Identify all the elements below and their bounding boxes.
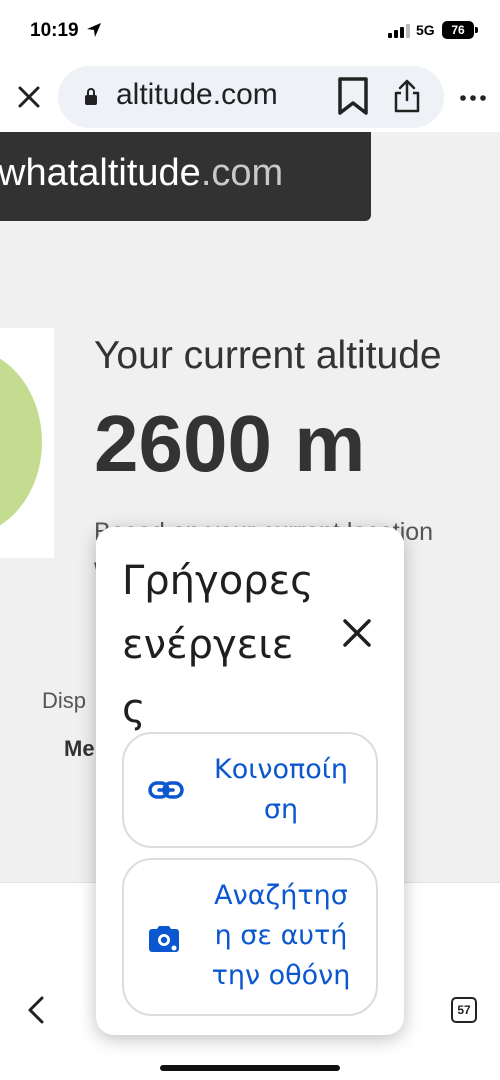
site-logo[interactable]: whataltitude.com [0,152,283,195]
url-text[interactable]: altitude.com [116,78,278,112]
home-indicator[interactable] [160,1065,340,1071]
meters-option[interactable]: Me [64,736,95,762]
browser-toolbar: altitude.com [0,62,500,132]
share-action-label: Κοινοποίη ση [196,750,366,830]
lens-icon [149,926,179,952]
share-action-button[interactable]: Κοινοποίη ση [122,732,378,848]
tabs-button[interactable]: 57 [451,997,477,1023]
quick-actions-popup: Γρήγορες ενέργειε ς Κοινοποίη ση Αναζήτη… [96,527,404,1035]
bookmark-icon[interactable] [336,76,370,116]
logo-main: whataltitude [0,152,201,194]
more-icon[interactable] [458,84,488,112]
link-icon [148,781,184,799]
signal-icon [388,24,410,38]
network-type: 5G [416,22,435,38]
location-arrow-icon [87,23,101,37]
share-label-line-1: Κοινοποίη [214,754,348,785]
popup-title-line-2: ενέργειε [122,622,294,668]
status-bar: 10:19 5G 76 [0,0,500,62]
display-label: Disp [42,688,87,713]
site-header: whataltitude.com [0,132,371,221]
logo-domain: .com [200,152,284,194]
search-screen-action-button[interactable]: Αναζήτησ η σε αυτή την οθόνη [122,858,378,1016]
battery-icon: 76 [442,21,478,39]
lock-icon [85,88,97,105]
share-icon[interactable] [392,78,422,114]
search-label-line-1: Αναζήτησ [214,880,348,911]
close-icon[interactable] [14,82,44,112]
search-label-line-2: η σε αυτή [214,920,348,951]
altitude-label: Your current altitude [94,334,442,377]
back-icon[interactable] [24,995,48,1025]
popup-title: Γρήγορες ενέργειε ς [122,549,322,741]
popup-title-line-1: Γρήγορες [122,558,314,604]
close-icon[interactable] [340,616,374,650]
altitude-value: 2600 m [94,399,366,488]
share-label-line-2: ση [263,794,299,825]
search-screen-action-label: Αναζήτησ η σε αυτή την οθόνη [196,876,366,996]
search-label-line-3: την οθόνη [211,960,351,991]
status-time: 10:19 [30,20,79,41]
